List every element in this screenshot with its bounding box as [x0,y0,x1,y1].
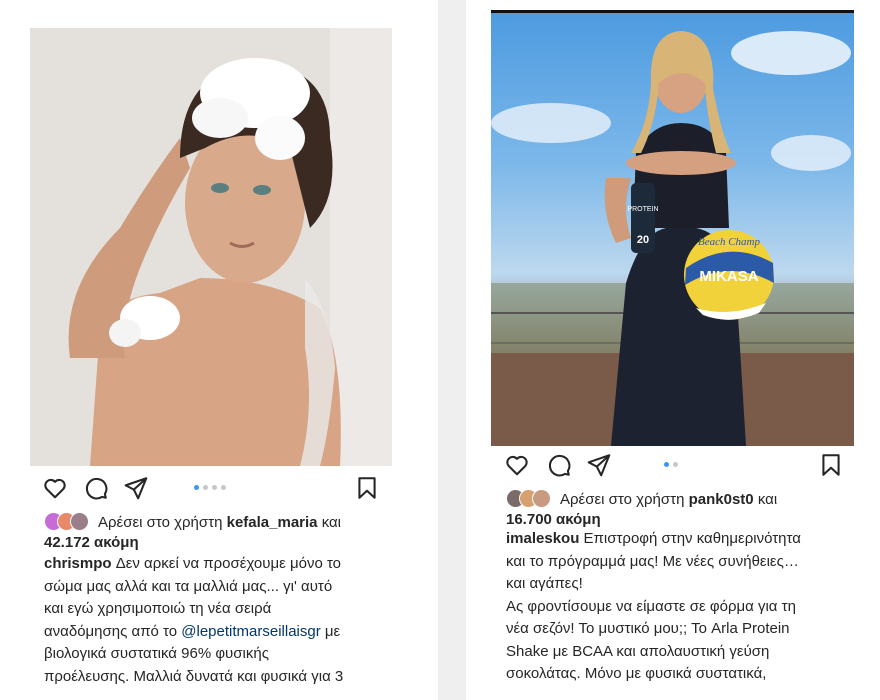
liked-prefix: Αρέσει στο χρήστη [560,491,685,508]
bottle-label: PROTEIN [627,206,658,213]
caption-line: βιολογικά συστατικά 96% φυσικής [44,645,269,662]
post-actions-bar [42,475,382,503]
caption-username[interactable]: chrismpo [44,555,112,572]
caption-mention-link[interactable]: @lepetitmarseillaisgr [181,623,320,640]
liker-avatars[interactable] [44,512,90,531]
caption-line: σοκολάτας. Μόνο με φυσικά συστατικά, [506,665,767,682]
caption-line: αναδόμησης από το [44,622,178,640]
likes-count[interactable]: 16.700 ακόμη [506,511,601,528]
bookmark-icon[interactable] [818,452,844,478]
shower-photo-illustration [30,28,392,466]
likes-count[interactable]: 42.172 ακόμη [44,534,139,551]
beach-photo-illustration: PROTEIN 20 Beach Champ MIKASA [491,31,854,446]
liked-and: και [321,514,342,531]
share-icon[interactable] [123,475,149,501]
caption-line: Shake με BCAA και απολαυστική γεύση [506,642,770,660]
carousel-dot [221,485,226,490]
heart-icon[interactable] [42,475,68,501]
caption-line: Ας φροντίσουμε να είμαστε σε φόρμα για τ… [506,597,796,615]
post-divider [438,0,466,700]
bottle-number: 20 [637,234,649,246]
ball-brand: MIKASA [699,268,758,285]
caption-line: με [324,622,341,640]
carousel-dot [673,462,678,467]
carousel-indicator [664,462,678,467]
likes-summary: Αρέσει στο χρήστη kefala_maria και 42.17… [44,512,414,553]
post-caption: imaleskou Επιστροφή στην καθημερινότητα … [506,528,876,686]
caption-line: και αγάπες! [506,575,583,592]
caption-line: σώμα μας αλλά και τα μαλλιά μας... γι' α… [44,577,333,595]
heart-icon[interactable] [504,452,530,478]
instagram-post-left: Αρέσει στο χρήστη kefala_maria και 42.17… [0,0,438,700]
bookmark-icon[interactable] [354,475,380,501]
caption-line: και εγώ χρησιμοποιώ τη νέα σειρά [44,600,272,617]
share-icon[interactable] [586,452,612,478]
caption-username[interactable]: imaleskou [506,530,579,547]
carousel-dot [203,485,208,490]
liked-prefix: Αρέσει στο χρήστη [98,514,223,531]
avatar [532,489,551,508]
caption-line: νέα σεζόν! Το μυστικό μου;; Το Arla Prot… [506,620,790,637]
caption-line: προέλευσης. Μαλλιά δυνατά και φυσικά για… [44,667,344,685]
caption-line: Δεν αρκεί να προσέχουμε μόνο το [115,555,342,572]
carousel-dot [194,485,199,490]
carousel-dot [664,462,669,467]
comment-icon[interactable] [83,475,109,501]
caption-line: και το πρόγραμμά μας! Με νέες συνήθειες… [506,552,799,570]
post-actions-bar [504,452,844,480]
ball-script: Beach Champ [698,236,761,248]
post-caption: chrismpo Δεν αρκεί να προσέχουμε μόνο το… [44,553,424,688]
carousel-dot [212,485,217,490]
liked-and: και [757,491,778,508]
likes-summary: Αρέσει στο χρήστη pank0st0 και 16.700 ακ… [506,489,876,530]
instagram-post-right: PROTEIN 20 Beach Champ MIKASA Αρέσει στο… [466,0,880,700]
comment-icon[interactable] [546,452,572,478]
post-image-shower[interactable] [30,28,392,466]
liker-avatars[interactable] [506,489,552,508]
post-image-beach-volley[interactable]: PROTEIN 20 Beach Champ MIKASA [491,10,854,446]
carousel-indicator [194,485,226,490]
liked-username[interactable]: kefala_maria [227,514,318,531]
liked-username[interactable]: pank0st0 [689,491,754,508]
avatar [70,512,89,531]
caption-line: Επιστροφή στην καθημερινότητα [583,530,801,547]
